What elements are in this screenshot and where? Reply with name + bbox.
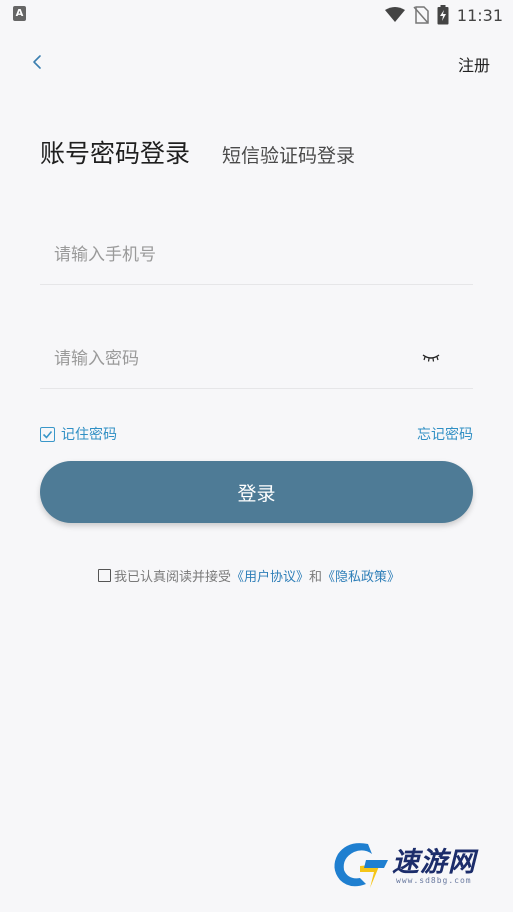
login-button[interactable]: 登录 (40, 461, 473, 523)
password-input[interactable] (52, 338, 416, 380)
agreement-row: 我已认真阅读并接受 《用户协议》 和 《隐私政策》 (98, 566, 400, 585)
phone-field (40, 224, 473, 285)
app-notification-icon: A (13, 6, 26, 21)
tab-sms-login[interactable]: 短信验证码登录 (222, 141, 355, 168)
watermark-logo-icon (334, 843, 388, 888)
register-link[interactable]: 注册 (458, 52, 490, 76)
checkbox-checked-icon[interactable] (40, 426, 55, 442)
phone-input[interactable] (52, 234, 416, 276)
watermark-logo: 速游网 www.sd8bg.com (330, 838, 500, 894)
wifi-icon (384, 7, 405, 22)
forgot-password-link[interactable]: 忘记密码 (417, 424, 473, 444)
no-sim-icon (413, 6, 429, 24)
remember-password-toggle[interactable]: 记住密码 (40, 424, 117, 444)
watermark-url: www.sd8bg.com (396, 876, 472, 885)
privacy-policy-link[interactable]: 《隐私政策》 (322, 566, 400, 585)
login-button-label: 登录 (237, 482, 276, 505)
back-button[interactable] (24, 48, 52, 76)
chevron-left-icon (33, 55, 41, 69)
agreement-and: 和 (309, 570, 323, 585)
watermark-text: 速游网 (392, 847, 476, 878)
status-icons: 11:31 (384, 3, 503, 27)
status-bar: A 11:31 (0, 0, 513, 30)
eye-closed-icon[interactable] (421, 350, 441, 364)
tab-password-login[interactable]: 账号密码登录 (40, 134, 190, 170)
battery-charging-icon (437, 5, 449, 25)
status-time: 11:31 (456, 5, 503, 25)
remember-password-label: 记住密码 (61, 427, 117, 443)
user-agreement-link[interactable]: 《用户协议》 (231, 566, 309, 585)
password-field (40, 328, 473, 389)
agreement-prefix: 我已认真阅读并接受 (114, 570, 232, 585)
agreement-checkbox[interactable] (98, 569, 111, 582)
